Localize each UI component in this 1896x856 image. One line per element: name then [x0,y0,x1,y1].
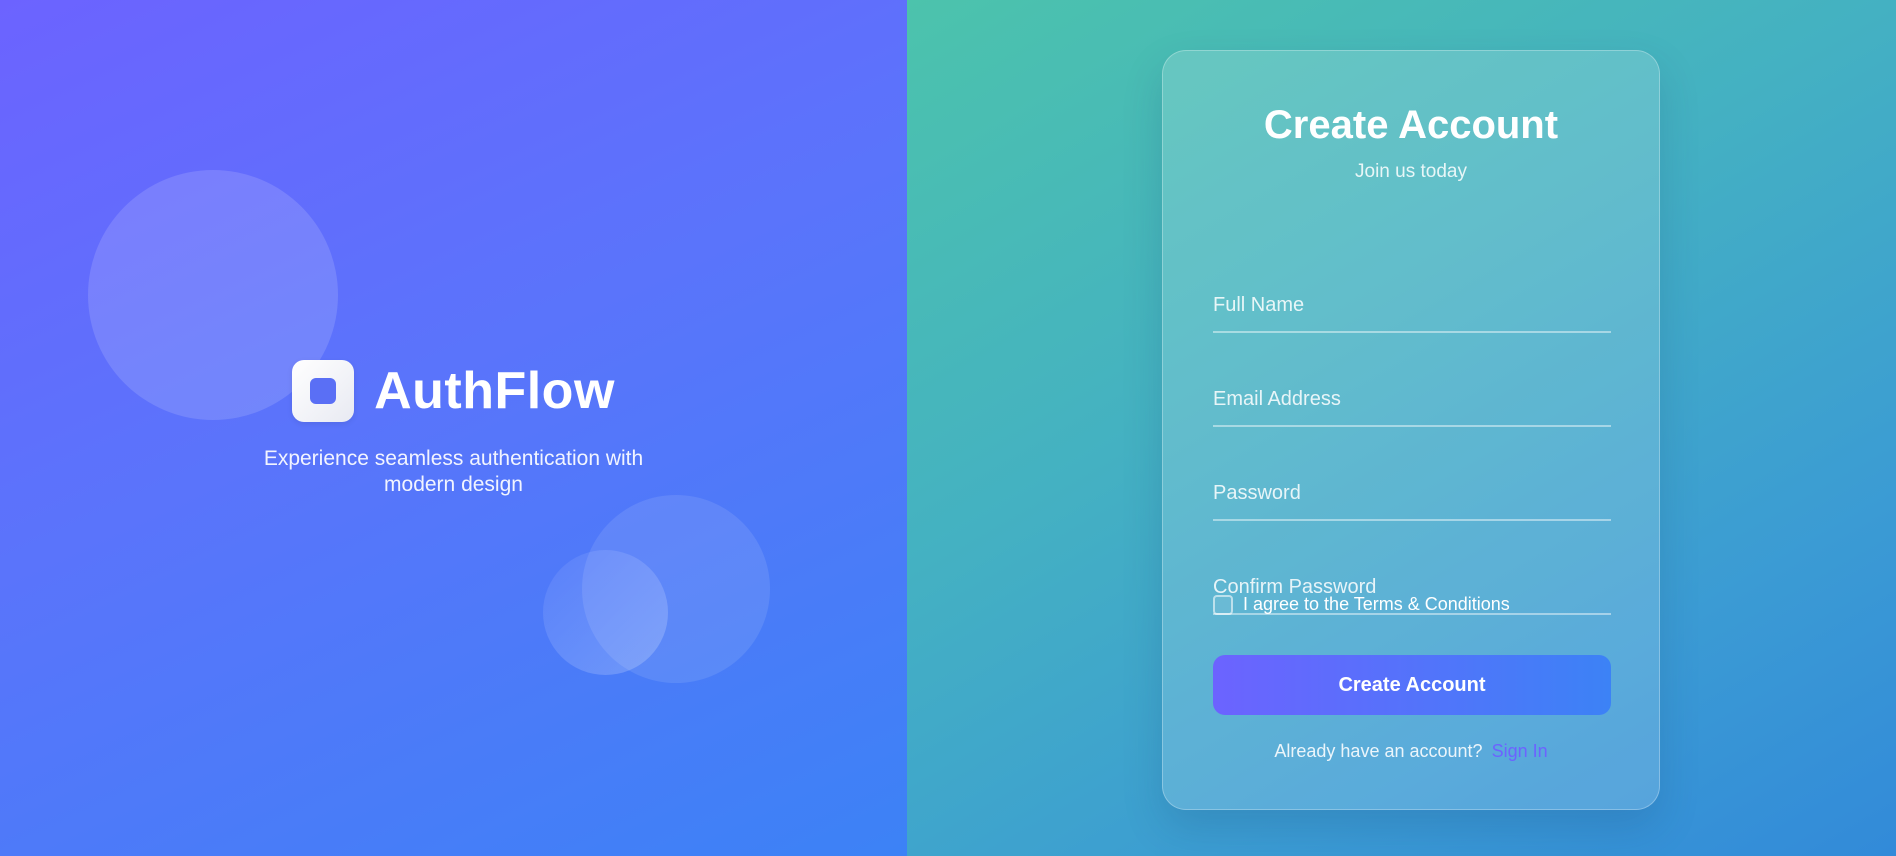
create-account-button[interactable]: Create Account [1213,655,1611,715]
signup-page: AuthFlow Experience seamless authenticat… [0,0,1896,856]
form-subtitle: Join us today [1355,161,1467,182]
password-field-wrapper [1213,467,1611,521]
terms-row[interactable]: I agree to the Terms & Conditions [1213,594,1510,615]
form-panel: Create Account Join us today I agree to … [907,0,1896,856]
email-input[interactable] [1213,373,1611,425]
terms-label: I agree to the Terms & Conditions [1243,594,1510,614]
full-name-input[interactable] [1213,279,1611,331]
logo-inner-square [310,378,337,404]
signup-card: Create Account Join us today I agree to … [1162,50,1660,810]
brand-panel: AuthFlow Experience seamless authenticat… [0,0,907,856]
square-logo-icon [292,360,355,422]
brand-header: AuthFlow [292,360,615,422]
signin-row: Already have an account? Sign In [1163,741,1659,762]
signin-prompt: Already have an account? [1274,741,1483,761]
terms-checkbox[interactable] [1213,594,1233,615]
email-field-wrapper [1213,373,1611,427]
brand-name: AuthFlow [374,362,615,420]
password-input[interactable] [1213,467,1611,519]
full-name-field-wrapper [1213,279,1611,333]
form-title: Create Account [1263,103,1559,147]
brand-tagline: Experience seamless authentication with … [263,447,644,496]
signin-link[interactable]: Sign In [1492,741,1548,761]
decorative-circle [543,550,668,675]
brand-block: AuthFlow Experience seamless authenticat… [0,360,907,498]
